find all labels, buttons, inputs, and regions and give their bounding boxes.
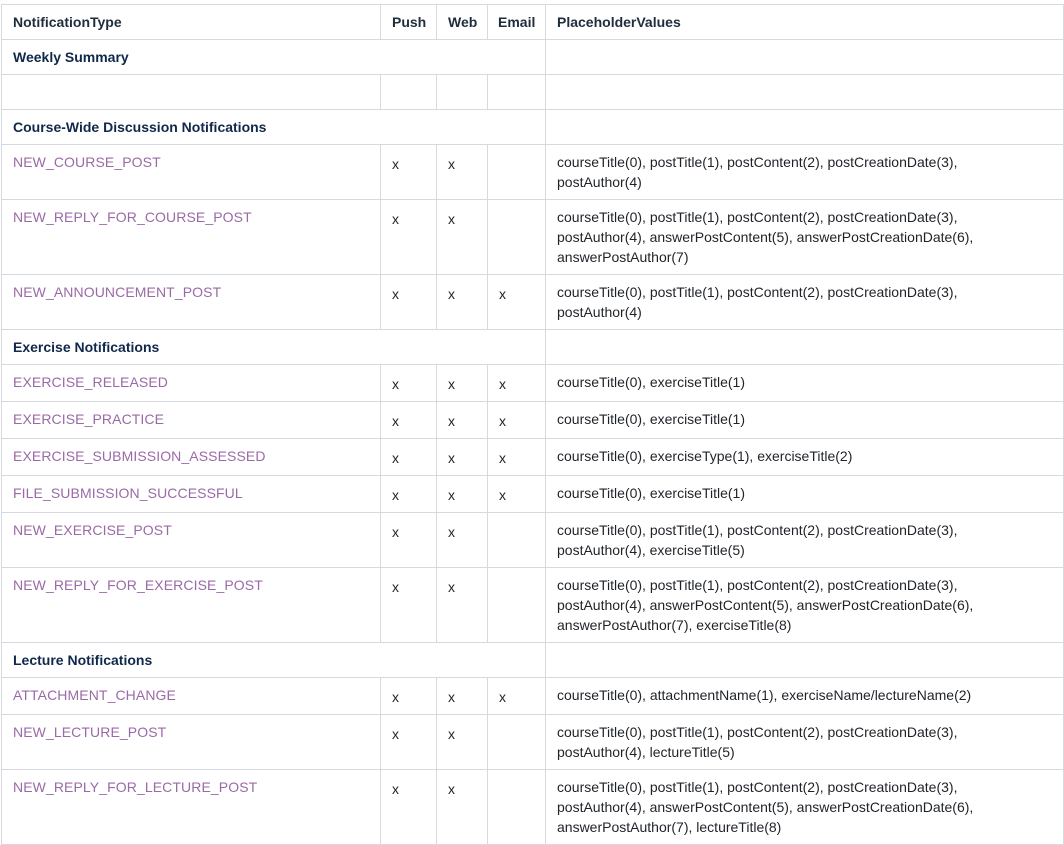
push-mark-cell: x [380, 769, 437, 845]
section-title: Course-Wide Discussion Notifications [1, 109, 546, 145]
table-row: EXERCISE_RELEASED x x x courseTitle(0), exer… [1, 364, 1064, 402]
web-mark-cell: x [436, 769, 488, 845]
notification-type-cell: NEW_COURSE_POST [1, 144, 381, 200]
email-mark-cell [487, 512, 546, 568]
placeholder-values-cell: courseTitle(0), exerciseTitle(1) [545, 364, 1064, 402]
section-placeholder-cell [545, 642, 1064, 678]
placeholder-values-cell: courseTitle(0), exerciseTitle(1) [545, 475, 1064, 513]
push-mark-cell: x [380, 401, 437, 439]
notification-type-cell: NEW_REPLY_FOR_EXERCISE_POST [1, 567, 381, 643]
email-mark-cell [487, 769, 546, 845]
table-body: Weekly Summary Course-Wide Discussion Not… [1, 39, 1064, 845]
web-mark-cell: x [436, 364, 488, 402]
table-row: NEW_REPLY_FOR_LECTURE_POST x x courseTitle(… [1, 769, 1064, 845]
section-row: Exercise Notifications [1, 329, 1064, 365]
notification-types-table: NotificationType Push Web Email Placehol… [1, 4, 1064, 845]
empty-cell [487, 74, 546, 110]
section-row: Course-Wide Discussion Notifications [1, 109, 1064, 145]
table-row: EXERCISE_SUBMISSION_ASSESSED x x x courseTit… [1, 438, 1064, 476]
section-row: Lecture Notifications [1, 642, 1064, 678]
table-row: NEW_ANNOUNCEMENT_POST x x x courseTitle(0), … [1, 274, 1064, 330]
table-row: NEW_REPLY_FOR_EXERCISE_POST x x courseTitle… [1, 567, 1064, 643]
push-mark-cell: x [380, 677, 437, 715]
section-title: Exercise Notifications [1, 329, 546, 365]
push-mark-cell: x [380, 199, 437, 275]
header-push: Push [380, 4, 437, 40]
notification-type-cell: NEW_REPLY_FOR_LECTURE_POST [1, 769, 381, 845]
header-email: Email [487, 4, 546, 40]
placeholder-values-cell: courseTitle(0), postTitle(1), postConten… [545, 144, 1064, 200]
web-mark-cell: x [436, 512, 488, 568]
push-mark-cell: x [380, 714, 437, 770]
table-row: ATTACHMENT_CHANGE x x x courseTitle(0), atta… [1, 677, 1064, 715]
email-mark-cell [487, 199, 546, 275]
push-mark-cell: x [380, 567, 437, 643]
empty-cell [436, 74, 488, 110]
notification-type-cell: NEW_ANNOUNCEMENT_POST [1, 274, 381, 330]
placeholder-values-cell: courseTitle(0), postTitle(1), postConten… [545, 512, 1064, 568]
email-mark-cell: x [487, 364, 546, 402]
section-title: Weekly Summary [1, 39, 546, 75]
web-mark-cell: x [436, 401, 488, 439]
section-placeholder-cell [545, 329, 1064, 365]
push-mark-cell: x [380, 438, 437, 476]
header-web: Web [436, 4, 488, 40]
empty-cell [380, 74, 437, 110]
email-mark-cell [487, 567, 546, 643]
header-placeholder-values: PlaceholderValues [545, 4, 1064, 40]
push-mark-cell: x [380, 144, 437, 200]
placeholder-values-cell: courseTitle(0), exerciseTitle(1) [545, 401, 1064, 439]
placeholder-values-cell: courseTitle(0), attachmentName(1), exerc… [545, 677, 1064, 715]
notification-type-cell: EXERCISE_PRACTICE [1, 401, 381, 439]
table-row: NEW_COURSE_POST x x courseTitle(0), postTit… [1, 144, 1064, 200]
placeholder-values-cell: courseTitle(0), postTitle(1), postConten… [545, 199, 1064, 275]
email-mark-cell: x [487, 438, 546, 476]
notification-type-cell: ATTACHMENT_CHANGE [1, 677, 381, 715]
notification-type-cell: FILE_SUBMISSION_SUCCESSFUL [1, 475, 381, 513]
push-mark-cell: x [380, 364, 437, 402]
section-placeholder-cell [545, 39, 1064, 75]
table-row: NEW_LECTURE_POST x x courseTitle(0), postTi… [1, 714, 1064, 770]
table-header: NotificationType Push Web Email Placehol… [1, 4, 1064, 40]
section-placeholder-cell [545, 109, 1064, 145]
header-row: NotificationType Push Web Email Placehol… [1, 4, 1064, 40]
web-mark-cell: x [436, 714, 488, 770]
push-mark-cell: x [380, 475, 437, 513]
placeholder-values-cell: courseTitle(0), postTitle(1), postConten… [545, 567, 1064, 643]
web-mark-cell: x [436, 677, 488, 715]
email-mark-cell: x [487, 677, 546, 715]
web-mark-cell: x [436, 199, 488, 275]
web-mark-cell: x [436, 274, 488, 330]
email-mark-cell: x [487, 401, 546, 439]
empty-cell [1, 74, 381, 110]
placeholder-values-cell: courseTitle(0), postTitle(1), postConten… [545, 769, 1064, 845]
header-notification-type: NotificationType [1, 4, 381, 40]
notification-type-cell: NEW_EXERCISE_POST [1, 512, 381, 568]
placeholder-values-cell: courseTitle(0), postTitle(1), postConten… [545, 274, 1064, 330]
empty-cell [545, 74, 1064, 110]
email-mark-cell: x [487, 475, 546, 513]
web-mark-cell: x [436, 475, 488, 513]
notification-type-cell: EXERCISE_RELEASED [1, 364, 381, 402]
notification-type-cell: EXERCISE_SUBMISSION_ASSESSED [1, 438, 381, 476]
placeholder-values-cell: courseTitle(0), postTitle(1), postConten… [545, 714, 1064, 770]
web-mark-cell: x [436, 438, 488, 476]
section-title: Lecture Notifications [1, 642, 546, 678]
table-row: NEW_REPLY_FOR_COURSE_POST x x courseTitle(0… [1, 199, 1064, 275]
table-row: EXERCISE_PRACTICE x x x courseTitle(0), exer… [1, 401, 1064, 439]
push-mark-cell: x [380, 512, 437, 568]
placeholder-values-cell: courseTitle(0), exerciseType(1), exercis… [545, 438, 1064, 476]
table-row: FILE_SUBMISSION_SUCCESSFUL x x x courseTitle… [1, 475, 1064, 513]
table-row: NEW_EXERCISE_POST x x courseTitle(0), postT… [1, 512, 1064, 568]
web-mark-cell: x [436, 144, 488, 200]
email-mark-cell [487, 714, 546, 770]
section-row: Weekly Summary [1, 39, 1064, 75]
push-mark-cell: x [380, 274, 437, 330]
email-mark-cell: x [487, 274, 546, 330]
email-mark-cell [487, 144, 546, 200]
web-mark-cell: x [436, 567, 488, 643]
empty-row [1, 74, 1064, 110]
notification-type-cell: NEW_REPLY_FOR_COURSE_POST [1, 199, 381, 275]
notification-type-cell: NEW_LECTURE_POST [1, 714, 381, 770]
